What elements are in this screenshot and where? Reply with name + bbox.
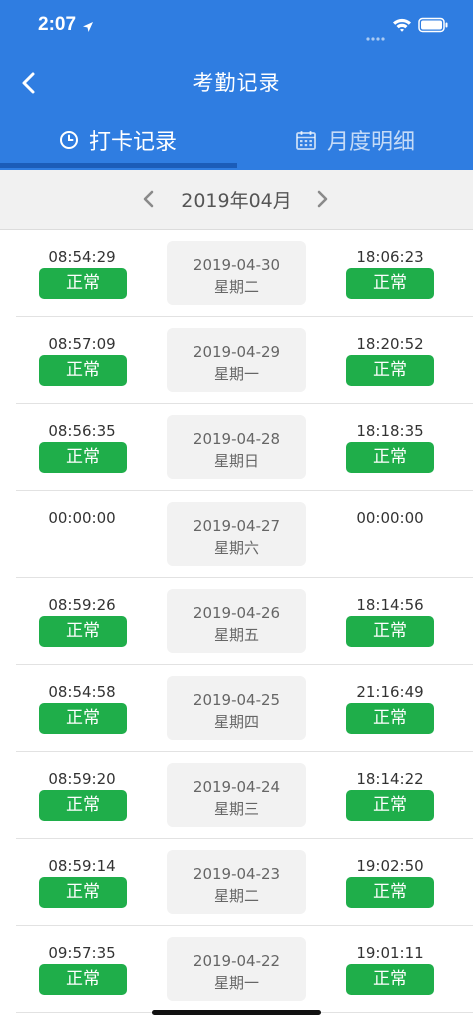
check-in-status-badge: 正常 (39, 964, 127, 995)
status-time: 2:07 (38, 14, 77, 35)
calendar-icon (295, 129, 317, 151)
attendance-row[interactable]: 08:56:35 正常 2019-04-28 星期日 18:18:35 正常 (0, 404, 473, 491)
attendance-row[interactable]: 08:59:26 正常 2019-04-26 星期五 18:14:56 正常 (0, 578, 473, 665)
check-out-status-badge: 正常 (346, 268, 434, 299)
check-out-time: 18:18:35 (356, 422, 424, 440)
record-date: 2019-04-27 (192, 517, 281, 535)
check-in-time: 00:00:00 (48, 509, 116, 527)
date-box: 2019-04-25 星期四 (167, 676, 306, 740)
date-box: 2019-04-23 星期二 (167, 850, 306, 914)
tab-label: 打卡记录 (88, 130, 177, 155)
nav-bar: 考勤记录 (0, 54, 473, 110)
attendance-row[interactable]: 08:57:09 正常 2019-04-29 星期一 18:20:52 正常 (0, 317, 473, 404)
check-in-time: 08:54:58 (48, 683, 116, 701)
month-label: 2019年04月 (181, 190, 292, 212)
check-out-time: 18:06:23 (356, 248, 424, 266)
check-in-time: 08:56:35 (48, 422, 116, 440)
date-box: 2019-04-29 星期一 (167, 328, 306, 392)
check-in-time: 09:57:35 (48, 944, 116, 962)
record-date: 2019-04-28 (192, 430, 281, 448)
check-in-time: 08:57:09 (48, 335, 116, 353)
tab-label: 月度明细 (326, 130, 415, 155)
check-in-status-badge: 正常 (39, 790, 127, 821)
record-weekday: 星期四 (213, 713, 259, 731)
record-weekday: 星期日 (213, 452, 259, 470)
wifi-icon (392, 17, 412, 37)
check-out-time: 00:00:00 (356, 509, 424, 527)
tab-punch-records[interactable]: 打卡记录 (0, 110, 236, 170)
check-in-status-badge: 正常 (39, 877, 127, 908)
check-in-status-badge: 正常 (39, 616, 127, 647)
month-selector: 2019年04月 (0, 170, 473, 230)
check-out-status-badge: 正常 (346, 355, 434, 386)
check-out-status-badge: 正常 (346, 790, 434, 821)
check-in-time: 08:54:29 (48, 248, 116, 266)
location-arrow-icon (82, 18, 94, 37)
record-date: 2019-04-23 (192, 865, 281, 883)
check-out-time: 18:20:52 (356, 335, 424, 353)
record-date: 2019-04-25 (192, 691, 281, 709)
clock-icon (59, 130, 79, 150)
status-bar: 2:07 (0, 0, 473, 54)
date-box: 2019-04-22 星期一 (167, 937, 306, 1001)
record-date: 2019-04-22 (192, 952, 281, 970)
record-date: 2019-04-30 (192, 256, 281, 274)
signal-icon (366, 27, 386, 46)
check-out-status-badge: 正常 (346, 703, 434, 734)
record-date: 2019-04-26 (192, 604, 281, 622)
date-box: 2019-04-30 星期二 (167, 241, 306, 305)
check-out-status-badge: 正常 (346, 964, 434, 995)
check-out-status-badge: 正常 (346, 616, 434, 647)
check-out-status-badge: 正常 (346, 442, 434, 473)
check-out-time: 21:16:49 (356, 683, 424, 701)
check-out-time: 19:02:50 (356, 857, 424, 875)
record-weekday: 星期一 (213, 974, 259, 992)
attendance-row[interactable]: 08:54:29 正常 2019-04-30 星期二 18:06:23 正常 (0, 230, 473, 317)
check-in-time: 08:59:14 (48, 857, 116, 875)
tab-monthly-details[interactable]: 月度明细 (237, 110, 473, 170)
check-in-time: 08:59:26 (48, 596, 116, 614)
attendance-row[interactable]: 08:59:20 正常 2019-04-24 星期三 18:14:22 正常 (0, 752, 473, 839)
record-weekday: 星期三 (213, 800, 259, 818)
record-date: 2019-04-24 (192, 778, 281, 796)
record-date: 2019-04-29 (192, 343, 281, 361)
battery-icon (418, 17, 448, 37)
date-box: 2019-04-27 星期六 (167, 502, 306, 566)
record-weekday: 星期六 (213, 539, 259, 557)
home-indicator (152, 1010, 321, 1015)
attendance-row[interactable]: 08:59:14 正常 2019-04-23 星期二 19:02:50 正常 (0, 839, 473, 926)
attendance-row[interactable]: 09:57:35 正常 2019-04-22 星期一 19:01:11 正常 (0, 926, 473, 1013)
record-weekday: 星期二 (213, 887, 259, 905)
record-weekday: 星期五 (213, 626, 259, 644)
date-box: 2019-04-28 星期日 (167, 415, 306, 479)
attendance-row[interactable]: 08:54:58 正常 2019-04-25 星期四 21:16:49 正常 (0, 665, 473, 752)
page-title: 考勤记录 (192, 71, 281, 95)
app-header: 2:07 考勤记录 打卡记录 月度明细 (0, 0, 473, 170)
check-out-status-badge: 正常 (346, 877, 434, 908)
attendance-row[interactable]: 00:00:00 2019-04-27 星期六 00:00:00 (0, 491, 473, 578)
check-in-status-badge: 正常 (39, 703, 127, 734)
attendance-list: 08:54:29 正常 2019-04-30 星期二 18:06:23 正常 08:57:0… (0, 230, 473, 1013)
active-tab-indicator (0, 163, 237, 168)
check-in-status-badge: 正常 (39, 268, 127, 299)
check-out-time: 18:14:22 (356, 770, 424, 788)
date-box: 2019-04-24 星期三 (167, 763, 306, 827)
check-out-time: 19:01:11 (356, 944, 424, 962)
check-in-status-badge: 正常 (39, 355, 127, 386)
tab-bar: 打卡记录 月度明细 (0, 110, 473, 170)
check-out-time: 18:14:56 (356, 596, 424, 614)
record-weekday: 星期二 (213, 278, 259, 296)
record-weekday: 星期一 (213, 365, 259, 383)
chevron-right-icon[interactable] (314, 188, 330, 214)
check-in-status-badge: 正常 (39, 442, 127, 473)
date-box: 2019-04-26 星期五 (167, 589, 306, 653)
check-in-time: 08:59:20 (48, 770, 116, 788)
